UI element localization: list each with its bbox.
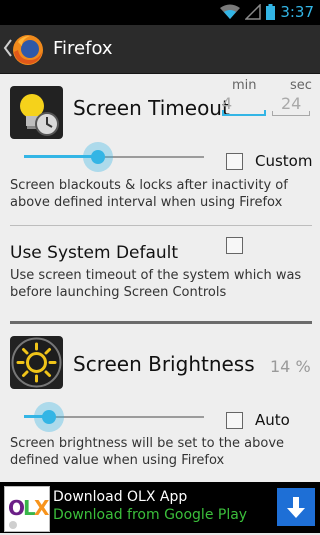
olx-logo-icon: O L X	[8, 496, 50, 529]
sec-label: sec	[290, 78, 312, 93]
ad-subtitle: Download from Google Play	[53, 507, 248, 523]
brightness-percent: 14 %	[270, 357, 311, 376]
status-bar: 3:37	[0, 0, 320, 25]
system-default-checkbox[interactable]	[226, 237, 243, 254]
timeout-slider[interactable]	[24, 142, 204, 172]
wifi-icon	[220, 4, 241, 19]
svg-text:X: X	[34, 496, 49, 520]
brightness-title: Screen Brightness	[73, 352, 255, 376]
timeout-title: Screen Timeout	[73, 96, 230, 120]
battery-icon	[266, 4, 276, 20]
status-time: 3:37	[280, 3, 314, 21]
download-button[interactable]	[277, 488, 315, 526]
auto-label: Auto	[255, 411, 290, 429]
min-input[interactable]: 4	[222, 94, 266, 116]
auto-checkbox[interactable]	[226, 412, 243, 429]
sec-input[interactable]: 24	[272, 94, 316, 116]
ad-title: Download OLX App	[53, 489, 188, 505]
brightness-description: Screen brightness will be set to the abo…	[10, 436, 285, 468]
settings-panel: Screen Timeout min sec 4 24 Custom Scree…	[0, 74, 320, 482]
timeout-description: Screen blackouts & locks after inactivit…	[10, 178, 288, 210]
timeout-bulb-clock-icon	[10, 86, 63, 139]
action-bar: Firefox	[0, 25, 320, 74]
brightness-sun-icon	[10, 336, 63, 389]
olx-logo: O L X	[4, 486, 50, 532]
download-arrow-icon	[287, 497, 305, 518]
custom-label: Custom	[255, 152, 313, 170]
system-default-description: Use screen timeout of the system which w…	[10, 268, 302, 300]
firefox-logo-icon[interactable]	[12, 34, 44, 66]
ad-banner[interactable]: O L X Download OLX App Download from Goo…	[0, 482, 320, 533]
brightness-slider[interactable]	[24, 402, 204, 432]
system-default-title: Use System Default	[10, 243, 179, 263]
divider	[10, 225, 312, 226]
signal-icon	[245, 4, 262, 20]
custom-checkbox[interactable]	[226, 153, 243, 170]
status-icons: 3:37	[220, 3, 314, 21]
timeout-slider-thumb[interactable]	[83, 142, 113, 172]
min-label: min	[232, 78, 257, 93]
brightness-slider-thumb[interactable]	[34, 402, 64, 432]
section-divider	[10, 321, 312, 324]
app-title: Firefox	[53, 38, 113, 59]
sec-value: 24	[281, 94, 302, 113]
